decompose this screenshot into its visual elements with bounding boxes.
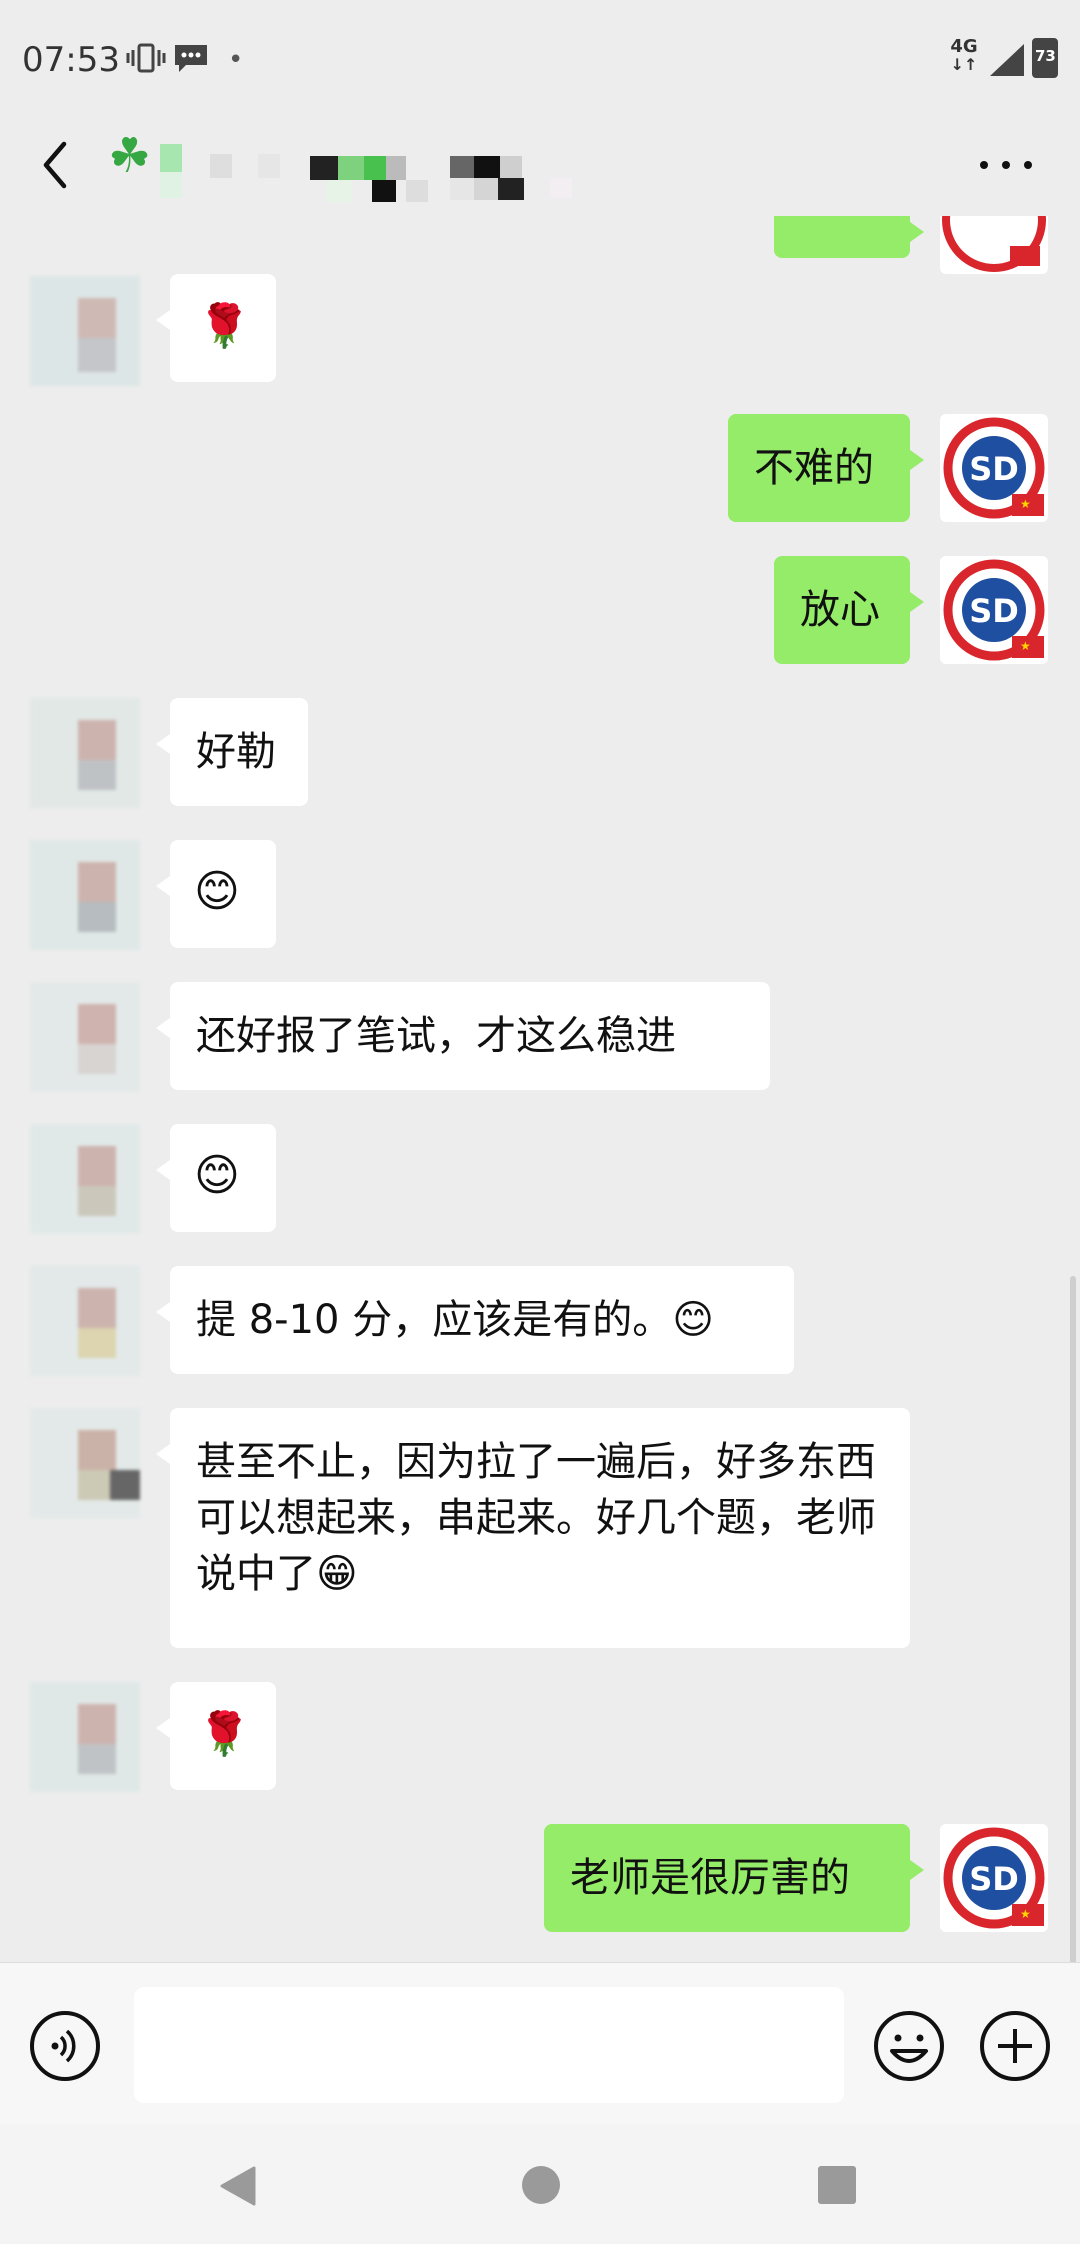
message-bubble[interactable]: 提 8-10 分，应该是有的。😊 — [156, 1266, 794, 1374]
avatar-contact[interactable] — [30, 840, 140, 950]
smile-emoji: 😊 — [194, 866, 240, 917]
chat-title-pixelated — [150, 138, 610, 210]
message-input-bar — [0, 1962, 1080, 2125]
svg-text:★: ★ — [1020, 1907, 1031, 1921]
nav-home-icon[interactable] — [522, 2166, 560, 2204]
avatar-contact[interactable] — [30, 698, 140, 808]
status-time: 07:53 — [22, 40, 120, 80]
voice-icon[interactable] — [28, 2009, 102, 2083]
message-bubble[interactable]: 🌹 — [156, 1682, 276, 1790]
avatar-contact[interactable] — [30, 1408, 140, 1518]
avatar-contact[interactable] — [30, 1124, 140, 1234]
message-bubble[interactable]: 🌹 — [156, 274, 276, 382]
message-bubble[interactable]: 还好报了笔试，才这么稳进 — [156, 982, 770, 1090]
battery-icon: 73 — [1032, 38, 1058, 78]
svg-text:SD: SD — [969, 1860, 1019, 1898]
notification-dot: • — [228, 45, 244, 75]
rose-emoji: 🌹 — [198, 1709, 251, 1758]
message-bubble-partial — [774, 216, 924, 258]
rose-emoji: 🌹 — [198, 301, 251, 350]
avatar-logo[interactable]: SD ★ — [940, 414, 1048, 522]
avatar-contact[interactable] — [30, 276, 140, 386]
message-bubble[interactable]: 不难的 — [728, 414, 924, 522]
message-bubble[interactable]: 放心 — [774, 556, 924, 664]
svg-text:SD: SD — [969, 450, 1019, 488]
more-icon[interactable] — [966, 140, 1046, 190]
vibrate-icon — [126, 43, 166, 73]
svg-text:SD: SD — [969, 592, 1019, 630]
message-icon — [175, 45, 207, 72]
svg-text:★: ★ — [1020, 639, 1031, 653]
message-bubble[interactable]: 好勒 — [156, 698, 308, 806]
avatar-contact[interactable] — [30, 1266, 140, 1376]
network-indicator: 4G ↓↑ — [950, 36, 978, 74]
nav-back-icon[interactable] — [218, 2164, 258, 2208]
chat-header: ☘ — [0, 118, 1080, 216]
avatar-contact[interactable] — [30, 1682, 140, 1792]
avatar-logo[interactable]: SD ★ — [940, 1824, 1048, 1932]
clover-icon: ☘ — [108, 128, 152, 184]
status-bar: 07:53 • 4G ↓↑ 73 — [0, 0, 1080, 118]
chat-message-list[interactable]: 🌹 不难的 SD ★ 放心 SD ★ 好勒 😊 还好报了笔试，才这么稳进 😊 提… — [0, 216, 1080, 1962]
message-bubble[interactable]: 😊 — [156, 840, 276, 948]
smile-emoji: 😊 — [194, 1150, 240, 1201]
plus-icon[interactable] — [978, 2009, 1052, 2083]
chevron-left-icon[interactable] — [32, 130, 82, 200]
signal-icon — [990, 44, 1024, 76]
message-bubble[interactable]: 甚至不止，因为拉了一遍后，好多东西可以想起来，串起来。好几个题，老师说中了😁 — [156, 1408, 910, 1648]
message-bubble[interactable]: 老师是很厉害的 — [544, 1824, 924, 1932]
avatar-logo — [940, 216, 1048, 274]
system-nav-bar — [0, 2124, 1080, 2244]
emoji-icon[interactable] — [872, 2009, 946, 2083]
nav-recent-icon[interactable] — [818, 2166, 856, 2204]
avatar-contact[interactable] — [30, 982, 140, 1092]
svg-text:★: ★ — [1020, 497, 1031, 511]
message-bubble[interactable]: 😊 — [156, 1124, 276, 1232]
avatar-logo[interactable]: SD ★ — [940, 556, 1048, 664]
message-input[interactable] — [134, 1987, 844, 2103]
chat-scrollbar[interactable] — [1070, 1276, 1076, 1962]
